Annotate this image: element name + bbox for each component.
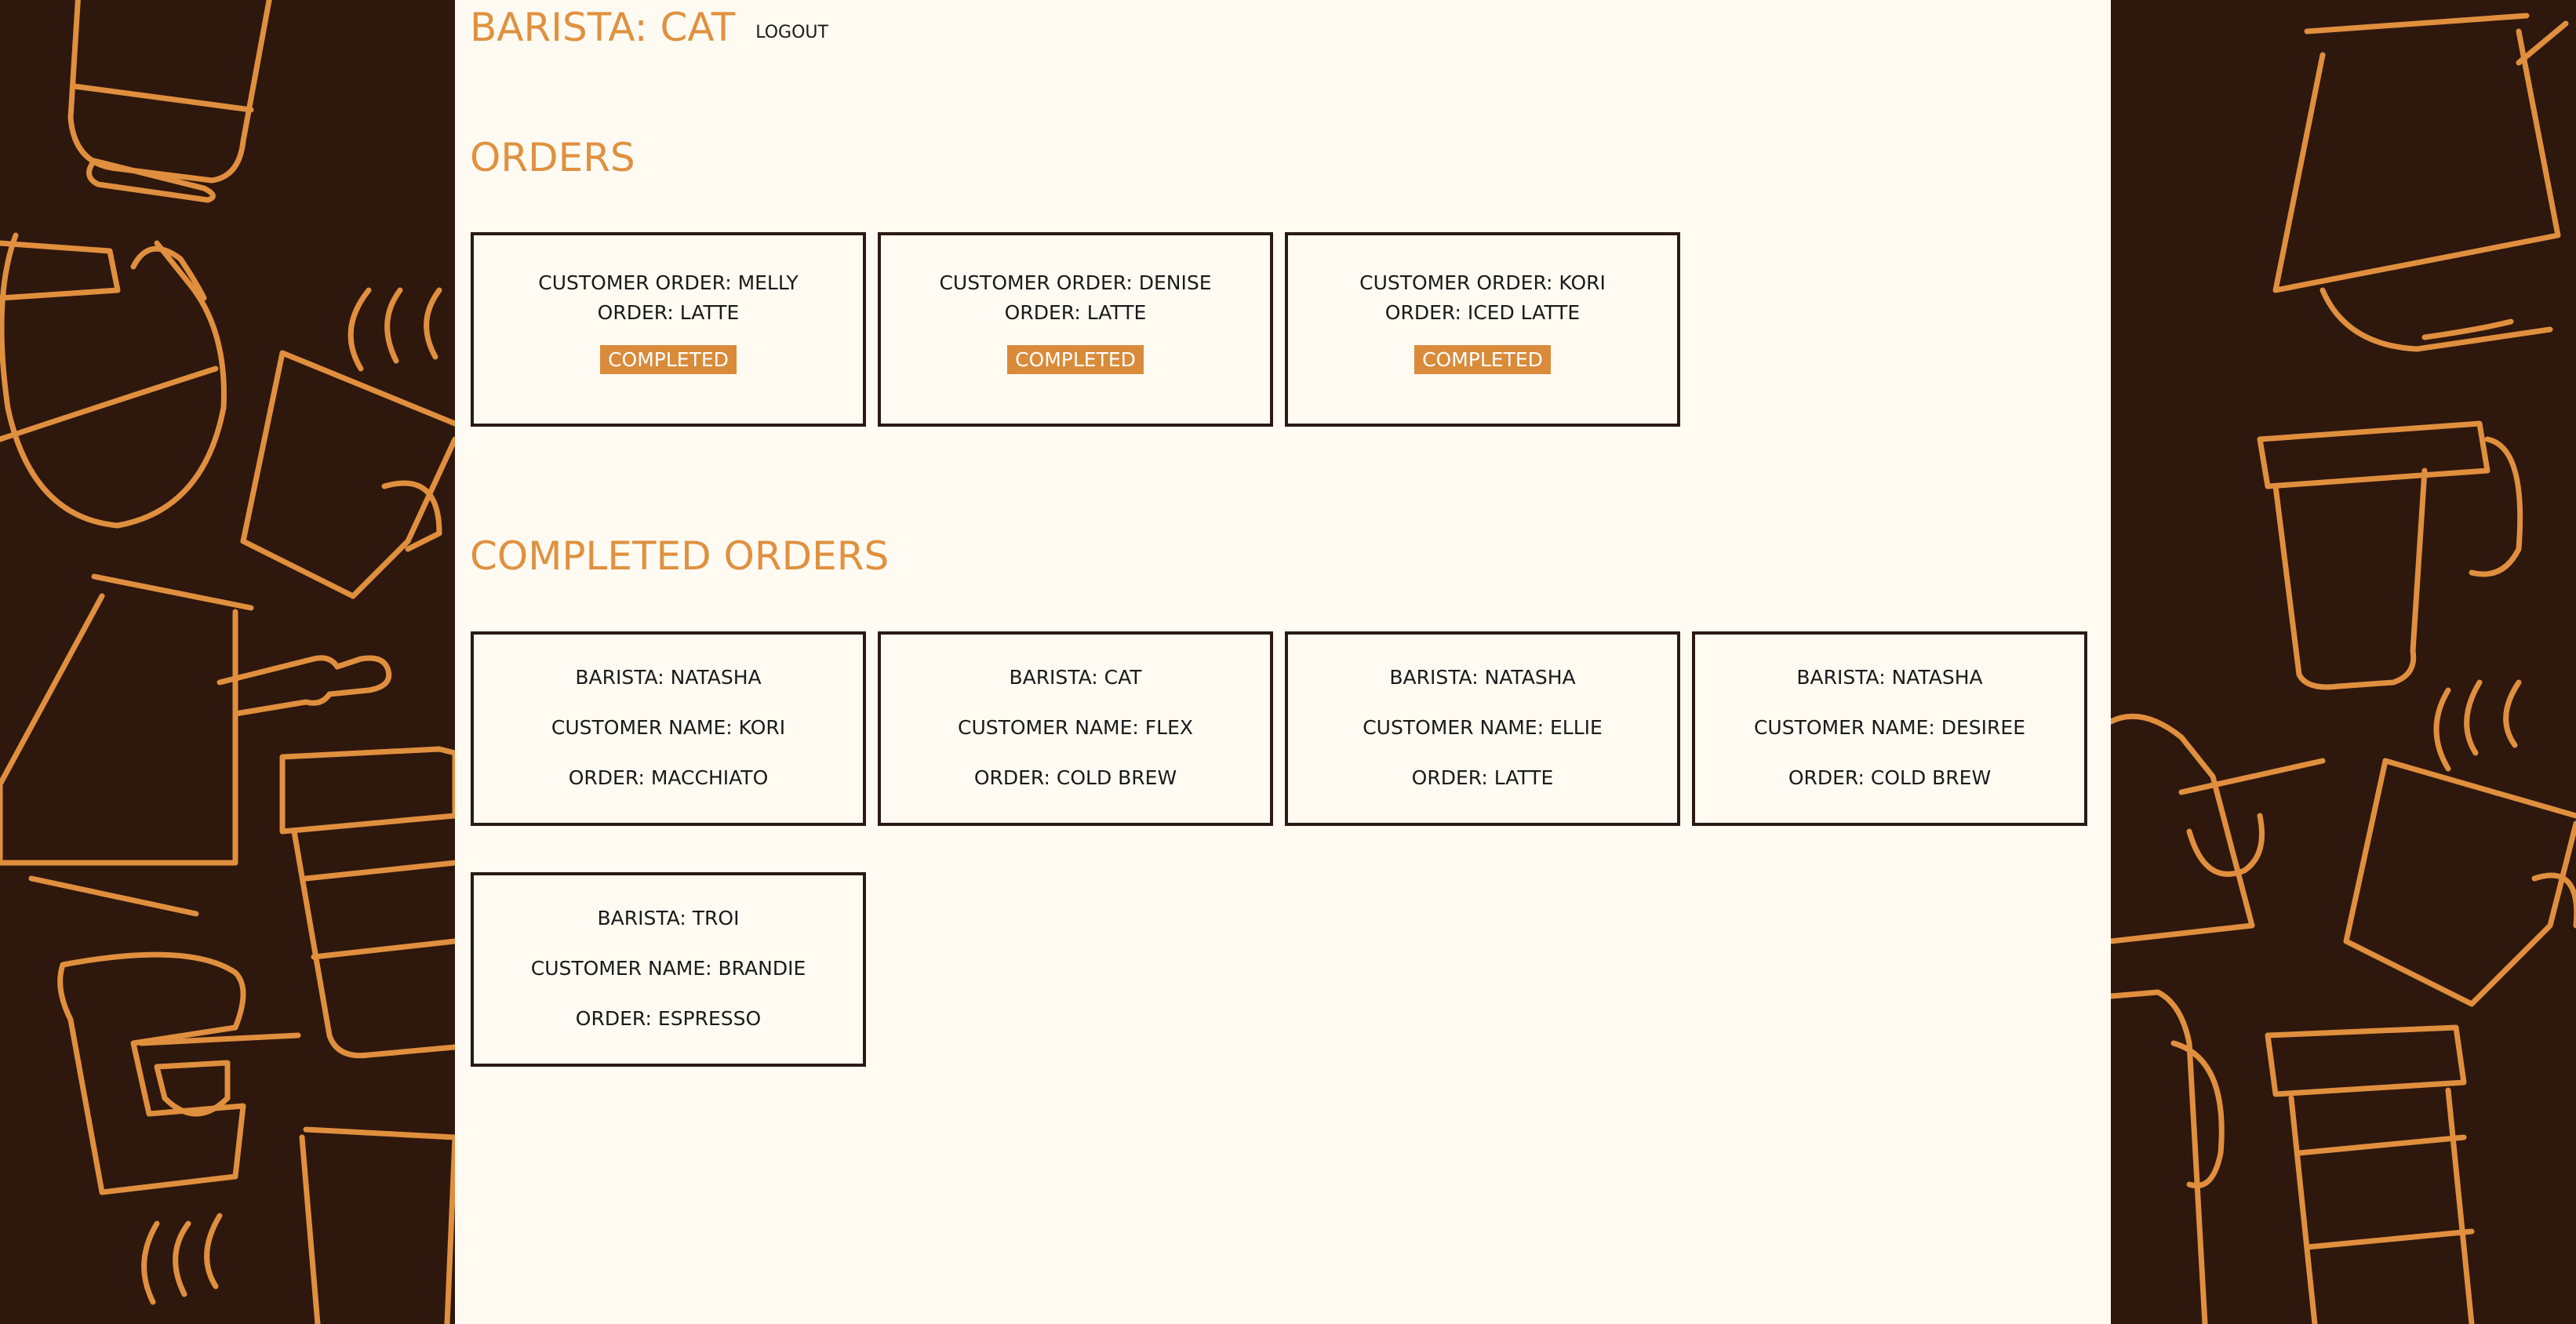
- coffee-pattern-background: [0, 0, 455, 1324]
- barista-text: BARISTA: NATASHA: [1796, 666, 1983, 689]
- barista-text: BARISTA: NATASHA: [1389, 666, 1576, 689]
- barista-text: BARISTA: NATASHA: [575, 666, 762, 689]
- order-text: ORDER: ESPRESSO: [575, 1007, 762, 1030]
- completed-button[interactable]: COMPLETED: [600, 345, 737, 374]
- order-card: CUSTOMER ORDER: DENISE ORDER: LATTE COMP…: [878, 232, 1273, 427]
- completed-button[interactable]: COMPLETED: [1007, 345, 1144, 374]
- barista-text: BARISTA: CAT: [1009, 666, 1142, 689]
- customer-name-text: CUSTOMER NAME: KORI: [551, 716, 786, 739]
- main-content: BARISTA: CAT LOGOUT ORDERS CUSTOMER ORDE…: [455, 0, 2111, 1324]
- completed-order-card: BARISTA: NATASHA CUSTOMER NAME: DESIREE …: [1692, 631, 2087, 826]
- order-text: ORDER: LATTE: [597, 301, 740, 324]
- customer-order-text: CUSTOMER ORDER: MELLY: [538, 271, 799, 294]
- completed-order-card: BARISTA: CAT CUSTOMER NAME: FLEX ORDER: …: [878, 631, 1273, 826]
- completed-order-card: BARISTA: NATASHA CUSTOMER NAME: ELLIE OR…: [1285, 631, 1680, 826]
- order-text: ORDER: LATTE: [1411, 766, 1554, 789]
- customer-name-text: CUSTOMER NAME: FLEX: [957, 716, 1194, 739]
- barista-text: BARISTA: TROI: [597, 907, 740, 929]
- order-text: ORDER: COLD BREW: [1788, 766, 1992, 789]
- customer-name-text: CUSTOMER NAME: DESIREE: [1753, 716, 2026, 739]
- order-card: CUSTOMER ORDER: MELLY ORDER: LATTE COMPL…: [471, 232, 866, 427]
- orders-heading: ORDERS: [470, 135, 635, 180]
- order-text: ORDER: ICED LATTE: [1384, 301, 1581, 324]
- order-text: ORDER: COLD BREW: [973, 766, 1177, 789]
- completed-order-card: BARISTA: NATASHA CUSTOMER NAME: KORI ORD…: [471, 631, 866, 826]
- completed-button[interactable]: COMPLETED: [1414, 345, 1551, 374]
- logout-link[interactable]: LOGOUT: [755, 23, 828, 42]
- order-text: ORDER: MACCHIATO: [568, 766, 769, 789]
- page-title: BARISTA: CAT: [470, 5, 736, 50]
- customer-order-text: CUSTOMER ORDER: DENISE: [939, 271, 1212, 294]
- coffee-pattern-background: [2111, 0, 2576, 1324]
- customer-name-text: CUSTOMER NAME: BRANDIE: [530, 957, 806, 980]
- customer-name-text: CUSTOMER NAME: ELLIE: [1363, 716, 1603, 739]
- completed-order-card: BARISTA: TROI CUSTOMER NAME: BRANDIE ORD…: [471, 872, 866, 1067]
- customer-order-text: CUSTOMER ORDER: KORI: [1359, 271, 1606, 294]
- header: BARISTA: CAT LOGOUT: [470, 0, 828, 55]
- completed-orders-heading: COMPLETED ORDERS: [470, 533, 890, 579]
- order-card: CUSTOMER ORDER: KORI ORDER: ICED LATTE C…: [1285, 232, 1680, 427]
- order-text: ORDER: LATTE: [1004, 301, 1147, 324]
